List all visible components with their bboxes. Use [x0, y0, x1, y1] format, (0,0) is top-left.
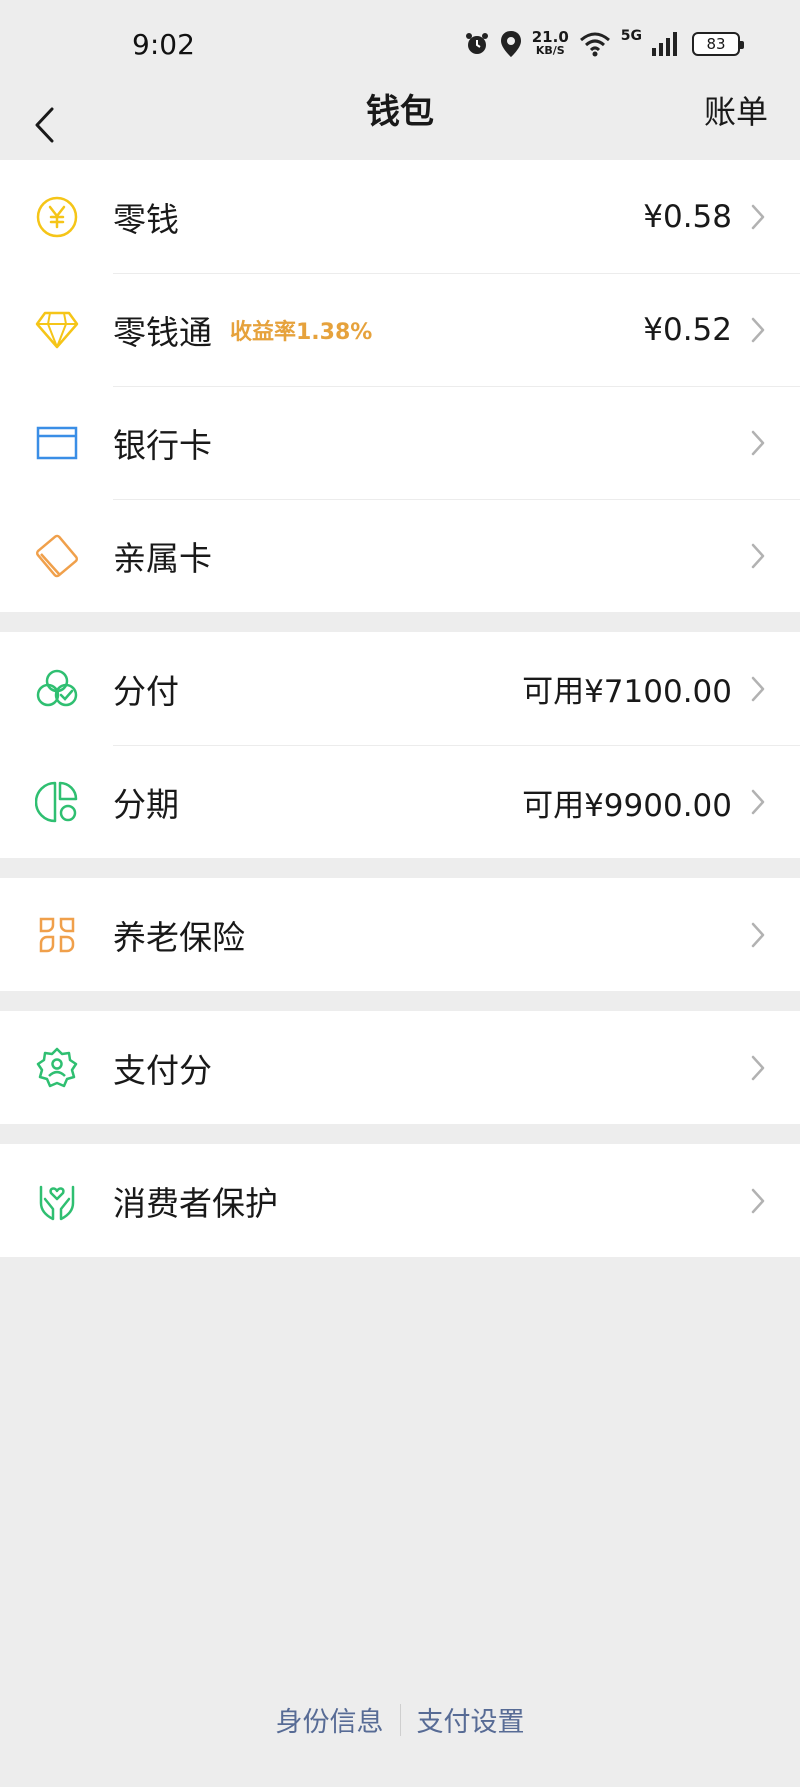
installment-icon [0, 745, 113, 858]
speed-value: 21.0 [531, 28, 569, 46]
yuan-coin-icon [0, 160, 113, 273]
battery-indicator: 83 [692, 32, 744, 56]
row-pension[interactable]: 养老保险 [0, 878, 800, 991]
row-value: 可用¥9900.00 [522, 787, 732, 824]
row-family-card[interactable]: 亲属卡 [0, 499, 800, 612]
row-pay-score[interactable]: 支付分 [0, 1011, 800, 1124]
alarm-icon [465, 33, 488, 54]
bill-button[interactable]: 账单 [704, 90, 768, 134]
chevron-right-icon [750, 428, 768, 458]
row-installment[interactable]: 分期 可用¥9900.00 [0, 745, 800, 858]
wifi-icon [579, 32, 610, 57]
consumer-protection-icon [0, 1144, 113, 1257]
fenfu-icon [0, 632, 113, 745]
row-label: 支付分 [113, 1050, 212, 1090]
row-bank-card[interactable]: 银行卡 [0, 386, 800, 499]
payment-settings-link[interactable]: 支付设置 [417, 1700, 525, 1739]
row-fenfu[interactable]: 分付 可用¥7100.00 [0, 632, 800, 745]
battery-level: 83 [706, 35, 726, 53]
page-title: 钱包 [366, 92, 434, 132]
footer-links: 身份信息 支付设置 [0, 1700, 800, 1739]
signal-icon [652, 32, 677, 56]
chevron-right-icon [750, 787, 768, 817]
back-arrow-icon [35, 107, 54, 143]
row-value: 可用¥7100.00 [522, 674, 732, 710]
network-speed: 21.0 KB/S [531, 28, 569, 58]
bank-card-icon [0, 386, 113, 499]
row-change[interactable]: 零钱 ¥0.58 [0, 160, 800, 273]
chevron-right-icon [750, 315, 768, 345]
family-card-icon [0, 499, 113, 612]
status-time: 9:02 [132, 28, 195, 61]
row-label: 零钱 [113, 199, 179, 239]
row-value: ¥0.58 [643, 198, 732, 235]
wallet-group-balance: 零钱 ¥0.58 零钱通 收益率1.38% ¥0.52 银行卡 亲属卡 [0, 160, 800, 612]
row-value: ¥0.52 [643, 312, 732, 348]
row-lingqiantong[interactable]: 零钱通 收益率1.38% ¥0.52 [0, 273, 800, 386]
network-type: 5G [620, 28, 642, 44]
location-icon [500, 31, 521, 57]
back-button[interactable] [22, 100, 66, 150]
chevron-right-icon [750, 1186, 768, 1216]
chevron-right-icon [750, 1053, 768, 1083]
nav-bar: 钱包 账单 [0, 90, 800, 160]
identity-info-link[interactable]: 身份信息 [276, 1700, 384, 1739]
chevron-right-icon [750, 202, 768, 232]
yield-rate-tag: 收益率1.38% [230, 320, 373, 345]
wallet-group-credit: 分付 可用¥7100.00 分期 可用¥9900.00 [0, 632, 800, 858]
row-consumer-protection[interactable]: 消费者保护 [0, 1144, 800, 1257]
row-label: 分付 [113, 671, 179, 711]
row-label: 分期 [113, 785, 179, 824]
row-label: 养老保险 [113, 917, 245, 957]
row-label: 银行卡 [113, 426, 212, 465]
wallet-group-pay-score: 支付分 [0, 1011, 800, 1124]
chevron-right-icon [750, 674, 768, 704]
footer-divider [399, 1703, 401, 1736]
wallet-group-pension: 养老保险 [0, 878, 800, 991]
pay-score-icon [0, 1011, 113, 1124]
wallet-group-consumer: 消费者保护 [0, 1144, 800, 1257]
status-icons: 21.0 KB/S 5G 83 [464, 26, 744, 62]
row-label: 消费者保护 [113, 1183, 278, 1223]
speed-unit: KB/S [535, 44, 565, 57]
chevron-right-icon [750, 541, 768, 571]
diamond-icon [0, 273, 113, 386]
chevron-right-icon [750, 920, 768, 950]
status-bar: 9:02 21.0 KB/S 5G 83 [0, 0, 800, 90]
row-label: 零钱通 [113, 313, 212, 352]
pension-icon [0, 878, 113, 991]
row-label: 亲属卡 [113, 539, 212, 578]
